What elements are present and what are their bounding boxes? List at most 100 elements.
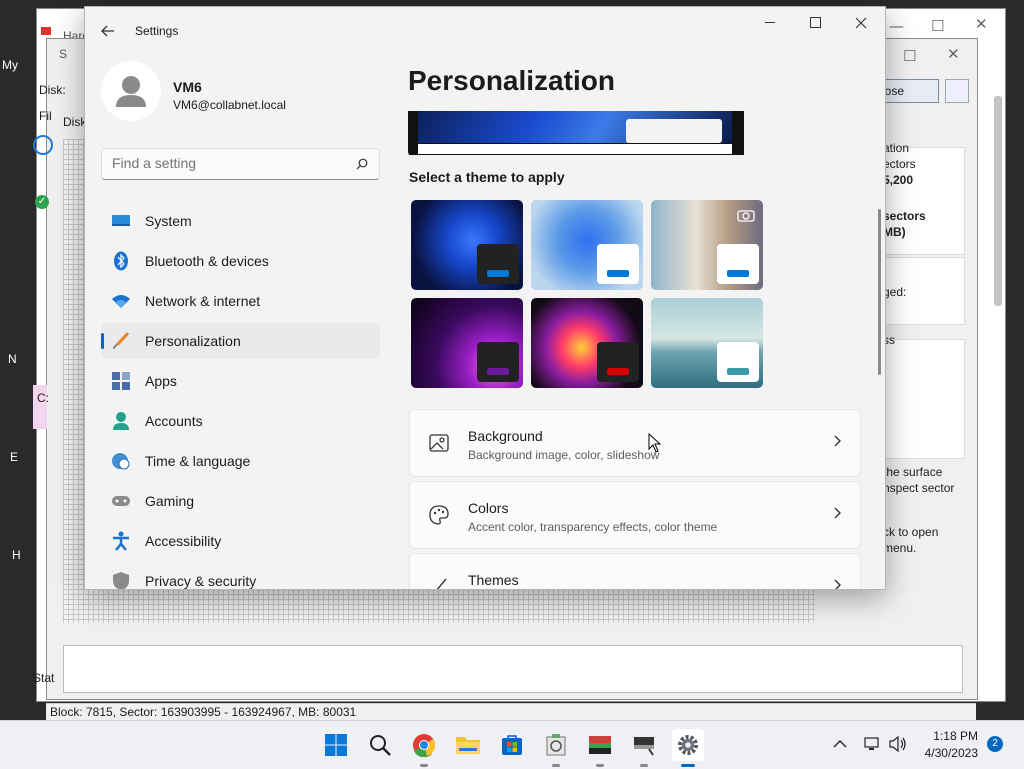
maximize-button[interactable]: ☐ [903, 47, 916, 65]
taskbar-hard-disk-app[interactable] [584, 729, 616, 767]
theme-tile-glow[interactable] [411, 298, 523, 388]
info-panel-3 [883, 339, 965, 459]
search-box[interactable] [101, 148, 380, 180]
theme-tile-flow[interactable] [651, 298, 763, 388]
clock-time[interactable]: 1:18 PM [922, 729, 978, 743]
menu-fragment[interactable]: Fil [39, 109, 52, 123]
nav-item-bluetooth[interactable]: Bluetooth & devices [101, 243, 380, 279]
theme-tile-windows-spotlight[interactable] [651, 200, 763, 290]
shield-icon [111, 571, 131, 589]
camera-icon [737, 210, 755, 222]
nav-item-gaming[interactable]: Gaming [101, 483, 380, 519]
chevron-right-icon [834, 507, 841, 519]
taskbar-search-button[interactable] [364, 729, 396, 761]
volume-icon[interactable] [888, 735, 908, 753]
hard-disk-icon [589, 736, 611, 754]
theme-accent-bar [487, 368, 509, 375]
maximize-button[interactable]: ☐ [931, 17, 944, 35]
hard-disk-app-icon [41, 27, 51, 35]
status-bar: Block: 7815, Sector: 163903995 - 1639249… [46, 703, 976, 721]
taskbar: 1:18 PM 4/30/2023 2 [0, 720, 1024, 769]
mouse-cursor-icon [648, 433, 662, 453]
disk-label: Disk: [39, 83, 66, 97]
drive-label: C: [37, 391, 49, 405]
card-title: Colors [468, 500, 509, 516]
store-icon [502, 735, 522, 755]
theme-tile-windows-light[interactable] [531, 200, 643, 290]
save-icon[interactable] [945, 79, 969, 103]
info-line: sectors [883, 209, 926, 223]
taskbar-microsoft-store[interactable] [496, 729, 528, 761]
taskbar-disk-app[interactable] [540, 729, 572, 767]
close-button[interactable] [855, 17, 867, 29]
search-icon[interactable] [356, 158, 368, 170]
colors-card[interactable]: Colors Accent color, transparency effect… [409, 481, 861, 549]
chevron-right-icon [834, 579, 841, 589]
user-name: VM6 [173, 79, 202, 95]
nav-item-time-language[interactable]: Time & language [101, 443, 380, 479]
theme-accent-bar [607, 270, 629, 277]
settings-scrollbar[interactable] [878, 209, 881, 375]
desktop-label-fragment: H [12, 548, 21, 562]
taskbar-sector-app[interactable] [628, 729, 660, 767]
avatar[interactable] [101, 61, 161, 121]
clock-date[interactable]: 4/30/2023 [916, 746, 978, 760]
notification-badge[interactable]: 2 [987, 736, 1003, 752]
running-indicator [640, 764, 648, 767]
nav-item-system[interactable]: System [101, 203, 380, 239]
wifi-icon [111, 291, 131, 311]
settings-window[interactable]: Settings VM6 VM6@collabnet.local System … [84, 6, 886, 590]
nav-label: Privacy & security [145, 573, 257, 589]
nav-label: Apps [145, 373, 177, 389]
start-button[interactable] [320, 729, 352, 761]
user-email: VM6@collabnet.local [173, 98, 286, 112]
minimize-button[interactable]: — [889, 17, 904, 35]
info-line: ged: [883, 285, 907, 299]
nav-label: Time & language [145, 453, 251, 469]
chevron-up-icon[interactable] [833, 739, 847, 749]
info-line: ectors [883, 157, 916, 171]
close-button[interactable]: ✕ [947, 45, 960, 63]
taskbar-file-explorer[interactable] [452, 729, 484, 761]
accounts-icon [111, 411, 131, 431]
gear-icon [678, 735, 698, 755]
running-indicator [420, 764, 428, 767]
theme-tile-windows-dark[interactable] [411, 200, 523, 290]
taskbar-settings[interactable] [672, 729, 704, 767]
nav-item-personalization[interactable]: Personalization [101, 323, 380, 359]
folder-icon [456, 737, 480, 754]
nav-label: Gaming [145, 493, 195, 509]
back-arrow-icon[interactable] [101, 25, 115, 37]
taskbar-chrome[interactable] [408, 729, 440, 767]
refresh-icon[interactable] [33, 135, 53, 155]
themes-card[interactable]: Themes [409, 553, 861, 589]
nav-item-accounts[interactable]: Accounts [101, 403, 380, 439]
close-button[interactable]: ✕ [975, 15, 988, 33]
nav-label: Bluetooth & devices [145, 253, 269, 269]
nav-item-apps[interactable]: Apps [101, 363, 380, 399]
network-icon[interactable] [863, 735, 881, 753]
close-scan-button[interactable]: lose [881, 79, 939, 103]
palette-icon [429, 505, 449, 525]
info-line: ck to open [883, 525, 939, 539]
selection-indicator [101, 333, 104, 349]
status-label: Stat [33, 671, 55, 685]
nav-item-network[interactable]: Network & internet [101, 283, 380, 319]
card-subtitle: Accent color, transparency effects, colo… [468, 520, 718, 534]
search-input[interactable] [110, 154, 344, 172]
scrollbar-thumb[interactable] [994, 96, 1002, 306]
theme-accent-bar [487, 270, 509, 277]
minimize-button[interactable] [765, 22, 777, 24]
nav-label: Accessibility [145, 533, 222, 549]
nav-item-privacy[interactable]: Privacy & security [101, 563, 380, 589]
image-icon [429, 434, 449, 452]
person-icon [116, 76, 146, 107]
background-card[interactable]: Background Background image, color, slid… [409, 409, 861, 477]
theme-tile-captured-motion[interactable] [531, 298, 643, 388]
nav-item-accessibility[interactable]: Accessibility [101, 523, 380, 559]
log-box[interactable] [63, 645, 963, 693]
sector-tool-icon [634, 737, 654, 756]
nav-label: Accounts [145, 413, 203, 429]
maximize-button[interactable] [810, 17, 822, 29]
disk-tool-icon [546, 734, 566, 756]
